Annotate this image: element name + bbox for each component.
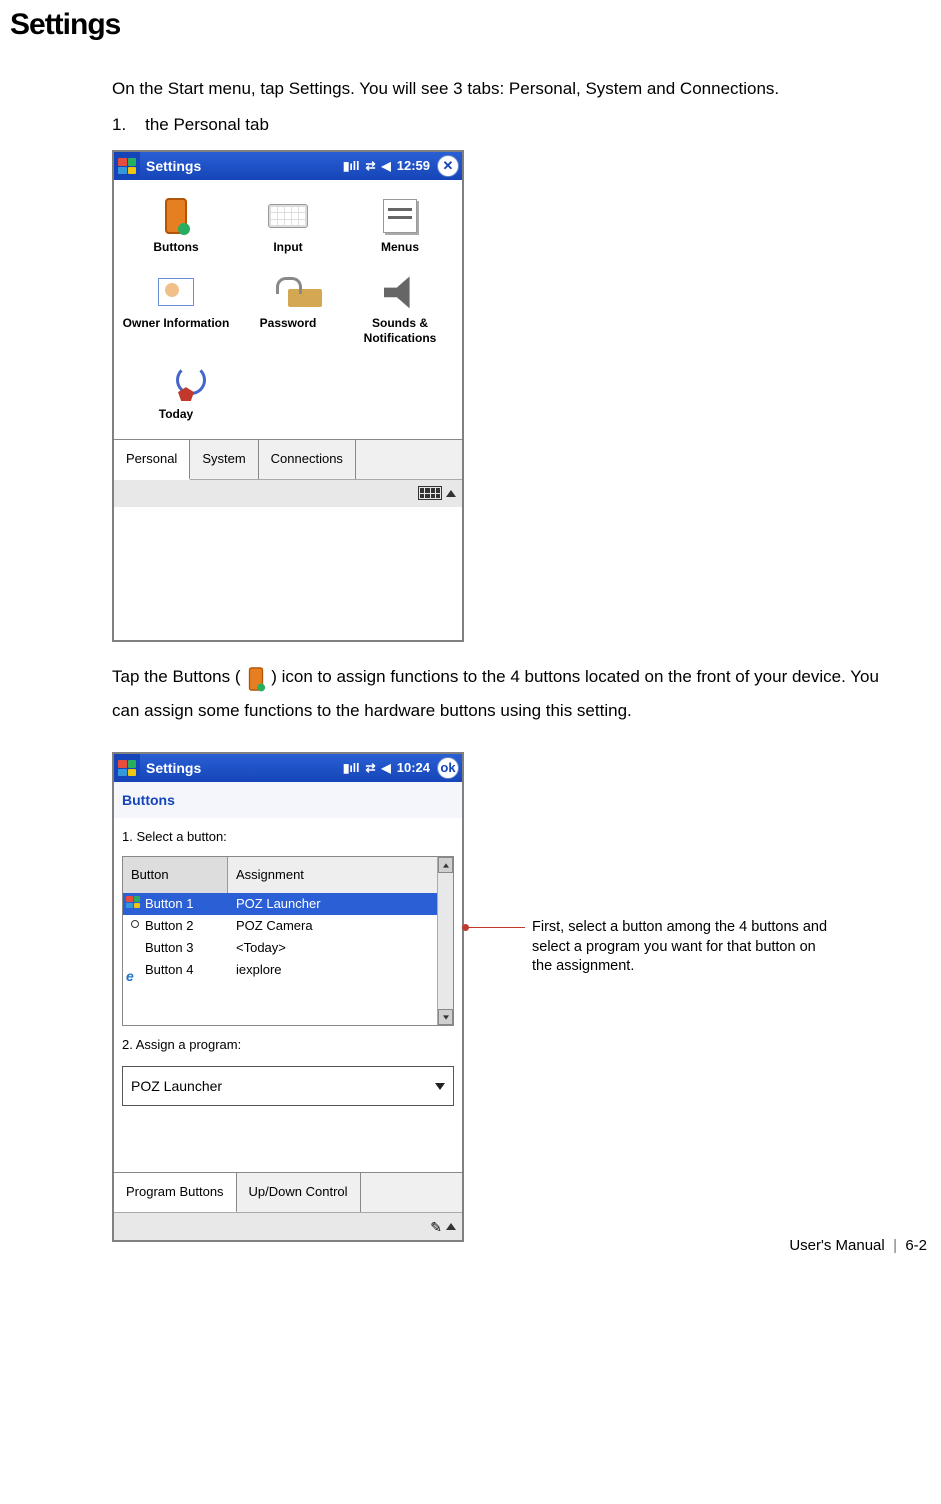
buttons-app-icon[interactable]: Buttons	[120, 196, 232, 254]
icon-label: Owner Information	[123, 316, 230, 330]
col-header-button[interactable]: Button	[123, 857, 228, 893]
volume-icon[interactable]: ◀	[382, 756, 391, 780]
password-app-icon[interactable]: Password	[232, 272, 344, 345]
mid-text-before: Tap the Buttons (	[112, 667, 241, 686]
table-row[interactable]: Button 3 <Today>	[123, 937, 453, 959]
volume-icon[interactable]: ◀	[382, 154, 391, 178]
chevron-down-icon	[435, 1083, 445, 1090]
tab-system[interactable]: System	[190, 440, 258, 479]
titlebar: Settings ▮ıll ⇄ ◀ 10:24 ok	[114, 754, 462, 782]
scroll-down-button[interactable]	[438, 1009, 453, 1025]
clock[interactable]: 10:24	[397, 755, 430, 781]
sip-chevron-up-icon[interactable]	[446, 1223, 456, 1230]
table-row[interactable]: eButton 4 iexplore	[123, 959, 453, 981]
footer-page-number: 6-2	[905, 1237, 927, 1254]
tab-bar: Program Buttons Up/Down Control	[114, 1172, 462, 1212]
footer-label: User's Manual	[789, 1237, 884, 1254]
ok-button[interactable]: ok	[437, 757, 459, 779]
tab-connections[interactable]: Connections	[259, 440, 356, 479]
item-number: 1.	[112, 115, 126, 134]
page-title: Settings	[10, 8, 931, 42]
table-row[interactable]: Button 2 POZ Camera	[123, 915, 453, 937]
button-table[interactable]: Button Assignment Button 1 POZ Launcher …	[122, 856, 454, 1026]
assign-program-dropdown[interactable]: POZ Launcher	[122, 1066, 454, 1106]
callout-annotation: First, select a button among the 4 butto…	[532, 918, 832, 977]
windows-logo-icon	[118, 760, 136, 776]
blank-icon	[126, 940, 142, 956]
sync-icon[interactable]: ⇄	[365, 154, 375, 178]
sync-icon[interactable]: ⇄	[365, 756, 375, 780]
sip-bar: ✎	[114, 1212, 462, 1240]
screenshot-buttons-settings: Settings ▮ıll ⇄ ◀ 10:24 ok Buttons 1. Se…	[112, 752, 464, 1242]
col-header-assignment[interactable]: Assignment	[228, 857, 453, 893]
select-button-label: 1. Select a button:	[114, 818, 462, 856]
keyboard-icon	[268, 204, 308, 228]
scroll-up-button[interactable]	[438, 857, 453, 873]
screenshot-settings-personal: Settings ▮ıll ⇄ ◀ 12:59 ✕ Buttons Input …	[112, 150, 464, 642]
window-title: Settings	[146, 152, 343, 180]
menus-icon	[383, 199, 417, 233]
status-area: ▮ıll ⇄ ◀ 12:59	[343, 153, 430, 179]
page-footer: User's Manual | 6-2	[789, 1237, 927, 1254]
menus-app-icon[interactable]: Menus	[344, 196, 456, 254]
speaker-icon	[384, 276, 416, 308]
status-area: ▮ıll ⇄ ◀ 10:24	[343, 755, 430, 781]
ie-icon: e	[126, 962, 142, 978]
device-buttons-icon	[165, 198, 187, 234]
sip-bar	[114, 479, 462, 507]
close-button[interactable]: ✕	[437, 155, 459, 177]
signal-icon[interactable]: ▮ıll	[343, 756, 360, 780]
signal-icon[interactable]: ▮ıll	[343, 154, 360, 178]
windows-logo-icon	[126, 896, 142, 912]
footer-separator: |	[893, 1237, 897, 1254]
icon-label: Input	[273, 240, 302, 254]
stylus-icon[interactable]: ✎	[430, 1213, 442, 1241]
icon-label: Today	[159, 407, 193, 421]
tab-personal[interactable]: Personal	[114, 440, 190, 480]
table-row[interactable]: Button 1 POZ Launcher	[123, 893, 453, 915]
owner-info-app-icon[interactable]: Owner Information	[120, 272, 232, 345]
assignment-value: iexplore	[228, 957, 453, 983]
item-text: the Personal tab	[145, 115, 269, 134]
annotation-text: First, select a button among the 4 butto…	[532, 919, 827, 974]
camera-icon	[126, 918, 142, 934]
tab-bar: Personal System Connections	[114, 439, 462, 479]
intro-text: On the Start menu, tap Settings. You wil…	[112, 72, 902, 106]
tab-updown-control[interactable]: Up/Down Control	[237, 1173, 361, 1212]
icon-label: Buttons	[153, 240, 198, 254]
assign-program-label: 2. Assign a program:	[114, 1026, 462, 1064]
window-title: Settings	[146, 754, 343, 782]
scrollbar[interactable]	[437, 857, 453, 1025]
dropdown-value: POZ Launcher	[131, 1072, 222, 1100]
button-name: Button 4	[145, 957, 193, 983]
today-icon	[158, 365, 194, 401]
tab-program-buttons[interactable]: Program Buttons	[114, 1173, 237, 1213]
start-button[interactable]	[114, 152, 140, 180]
input-app-icon[interactable]: Input	[232, 196, 344, 254]
icon-label: Password	[260, 316, 317, 330]
icon-label: Sounds & Notifications	[344, 316, 456, 345]
today-app-icon[interactable]: Today	[120, 363, 232, 421]
lock-icon	[271, 277, 305, 307]
inline-buttons-icon	[243, 667, 265, 689]
icon-label: Menus	[381, 240, 419, 254]
windows-logo-icon	[118, 158, 136, 174]
sounds-app-icon[interactable]: Sounds & Notifications	[344, 272, 456, 345]
titlebar: Settings ▮ıll ⇄ ◀ 12:59 ✕	[114, 152, 462, 180]
owner-card-icon	[158, 278, 194, 306]
subheader: Buttons	[114, 782, 462, 818]
clock[interactable]: 12:59	[397, 153, 430, 179]
sip-chevron-up-icon[interactable]	[446, 490, 456, 497]
sip-keyboard-icon[interactable]	[418, 486, 442, 500]
start-button[interactable]	[114, 754, 140, 782]
